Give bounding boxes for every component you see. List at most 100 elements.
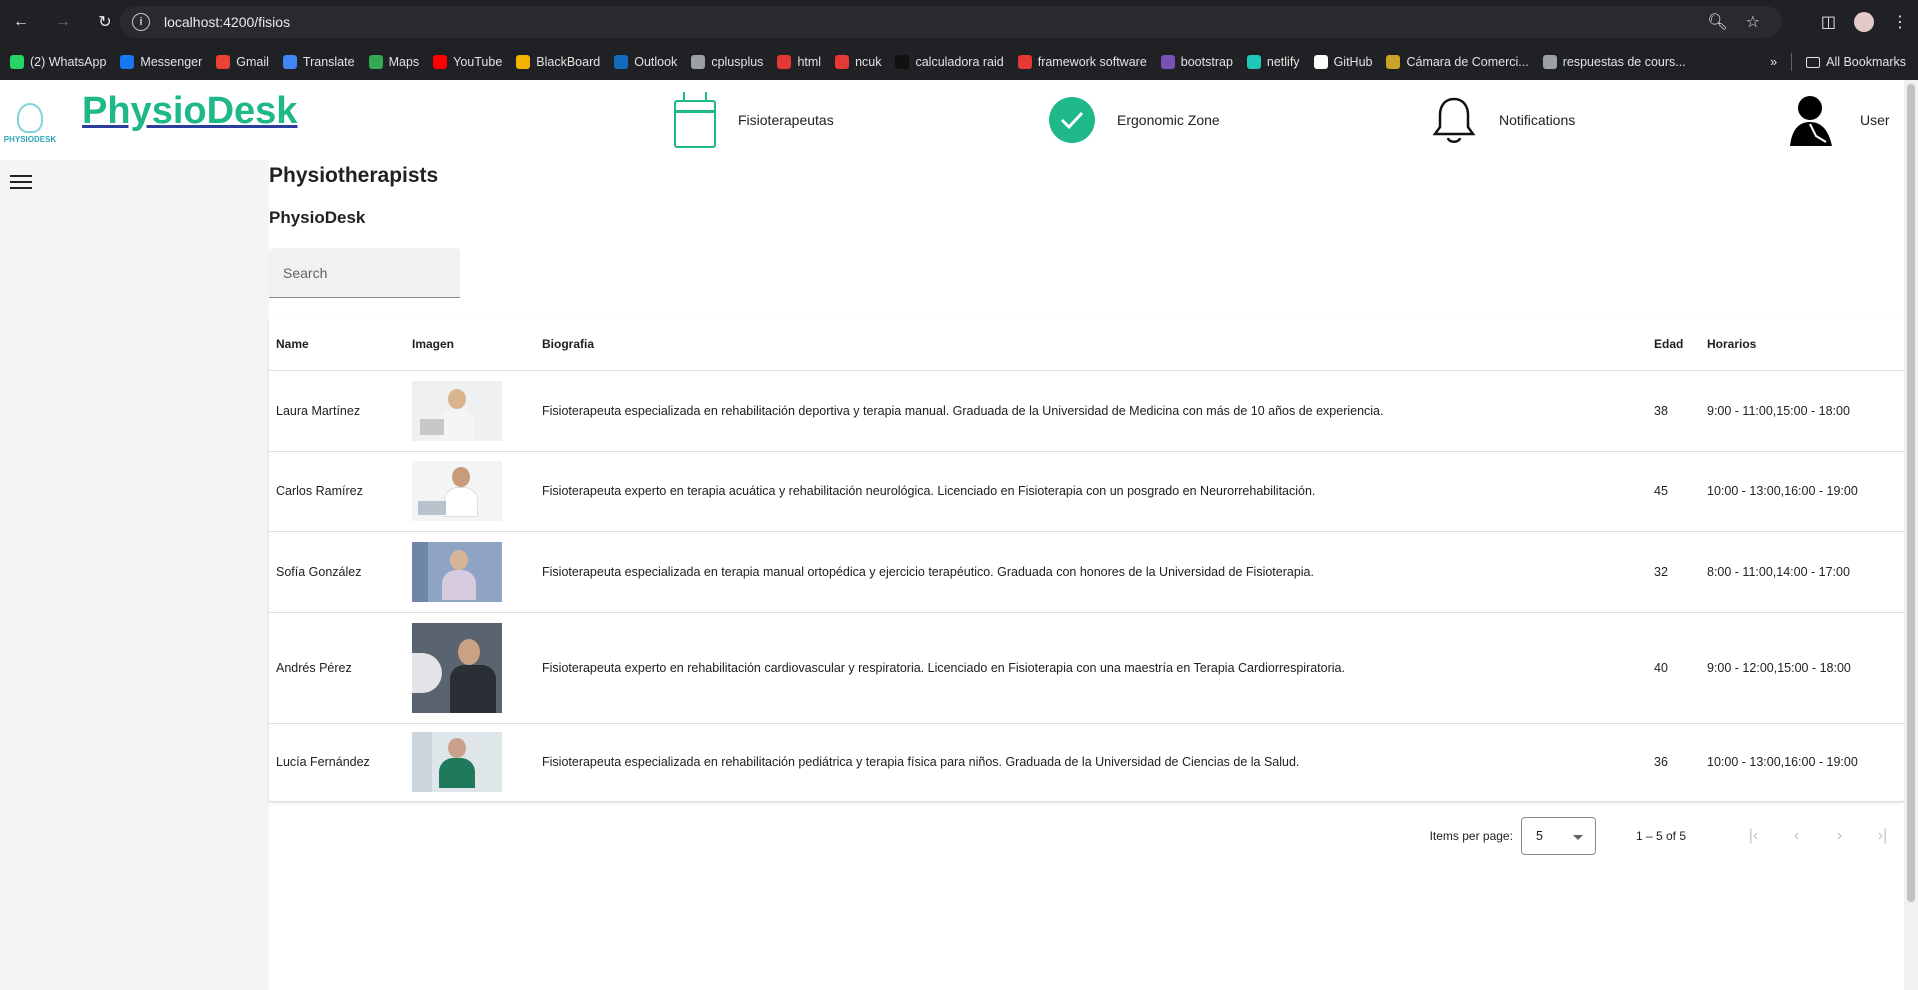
nav-notifications[interactable]: Notifications — [1431, 80, 1575, 160]
zoom-icon[interactable]: 🔍︎ — [1707, 12, 1727, 32]
col-header-imagen[interactable]: Imagen — [405, 318, 535, 371]
bookmark-item[interactable]: netlify — [1246, 55, 1300, 69]
all-bookmarks[interactable]: All Bookmarks — [1806, 55, 1906, 69]
cell-edad: 32 — [1647, 531, 1700, 613]
search-field[interactable] — [269, 248, 460, 298]
cell-horarios: 10:00 - 13:00,16:00 - 19:00 — [1700, 451, 1904, 532]
physiodesk-logo[interactable]: PHYSIODESK — [4, 90, 56, 144]
youtube-icon — [433, 55, 448, 69]
cell-horarios: 8:00 - 11:00,14:00 - 17:00 — [1700, 531, 1904, 613]
check-circle-icon — [1049, 97, 1095, 143]
previous-page-icon[interactable]: ‹ — [1775, 816, 1818, 856]
table-row[interactable]: Laura Martínez Fisioterapeuta especializ… — [269, 370, 1904, 452]
col-header-biografia[interactable]: Biografia — [535, 318, 1647, 371]
nav-ergonomic-zone[interactable]: Ergonomic Zone — [1049, 80, 1220, 160]
reload-icon[interactable]: ↻ — [92, 9, 118, 35]
cell-horarios: 9:00 - 11:00,15:00 - 18:00 — [1700, 370, 1904, 452]
netlify-icon — [1246, 55, 1261, 69]
cell-bio: Fisioterapeuta especializada en rehabili… — [535, 370, 1647, 452]
bookmark-item[interactable]: respuestas de cours... — [1542, 55, 1686, 69]
cell-horarios: 10:00 - 13:00,16:00 - 19:00 — [1700, 723, 1904, 802]
sidebar — [0, 160, 269, 990]
profile-avatar[interactable] — [1854, 12, 1874, 32]
more-menu-icon[interactable]: ⋮ — [1892, 12, 1908, 32]
browser-toolbar: ← → ↻ i localhost:4200/fisios 🔍︎ ☆ ◫ ⋮ — [0, 0, 1918, 44]
table-row[interactable]: Sofía González Fisioterapeuta especializ… — [269, 531, 1904, 613]
table-row[interactable]: Andrés Pérez Fisioterapeuta experto en r… — [269, 612, 1904, 724]
bookmarks-bar: (2) WhatsApp Messenger Gmail Translate Maps Y… — [0, 44, 1918, 80]
bookmark-item[interactable]: html — [777, 55, 821, 69]
items-per-page-label: Items per page: — [1429, 829, 1513, 843]
extensions-icon[interactable]: ◫ — [1821, 12, 1836, 32]
facebook-icon — [120, 55, 135, 69]
paginator: Items per page: 5 1 – 5 of 5 |‹ ‹ › ›| — [269, 808, 1904, 864]
page-size-select[interactable]: 5 — [1520, 817, 1596, 855]
more-bookmarks-icon[interactable]: » — [1770, 55, 1777, 69]
bookmark-item[interactable]: Maps — [368, 55, 419, 69]
bookmark-item[interactable]: Gmail — [216, 55, 269, 69]
page-scrollbar[interactable] — [1904, 80, 1918, 990]
bookmark-item[interactable]: BlackBoard — [516, 55, 600, 69]
cell-bio: Fisioterapeuta especializada en terapia … — [535, 531, 1647, 613]
physio-photo — [412, 732, 502, 792]
table-row[interactable]: Carlos Ramírez Fisioterapeuta experto en… — [269, 451, 1904, 532]
cell-edad: 38 — [1647, 370, 1700, 452]
bookmark-item[interactable]: Translate — [282, 55, 355, 69]
physio-photo — [412, 380, 502, 441]
physio-photo — [412, 622, 502, 713]
bookmark-item[interactable]: framework software — [1017, 55, 1147, 69]
last-page-icon[interactable]: ›| — [1861, 816, 1904, 856]
outlook-icon — [614, 55, 629, 69]
cell-horarios: 9:00 - 12:00,15:00 - 18:00 — [1700, 612, 1904, 724]
cell-name: Laura Martínez — [269, 370, 405, 452]
search-input[interactable] — [269, 248, 460, 297]
ncuk-icon — [835, 55, 850, 69]
table-row[interactable]: Lucía Fernández Fisioterapeuta especiali… — [269, 723, 1904, 802]
bookmark-item[interactable]: ncuk — [835, 55, 881, 69]
url-text[interactable]: localhost:4200/fisios — [164, 14, 290, 30]
bookmark-item[interactable]: cplusplus — [691, 55, 763, 69]
cell-edad: 40 — [1647, 612, 1700, 724]
brand-title[interactable]: PhysioDesk — [82, 90, 297, 133]
calendar-icon — [674, 92, 716, 148]
bookmark-item[interactable]: Messenger — [120, 55, 202, 69]
page-range: 1 – 5 of 5 — [1635, 829, 1686, 843]
physiotherapists-table: Name Imagen Biografia Edad Horarios Laur… — [269, 318, 1904, 802]
main-content: Physiotherapists PhysioDesk Name Imagen … — [269, 160, 1904, 990]
bookmark-item[interactable]: Outlook — [614, 55, 677, 69]
site-info-icon[interactable]: i — [132, 13, 150, 31]
cell-bio: Fisioterapeuta especializada en rehabili… — [535, 723, 1647, 802]
bookmark-item[interactable]: calculadora raid — [895, 55, 1004, 69]
cell-bio: Fisioterapeuta experto en rehabilitación… — [535, 612, 1647, 724]
col-header-horarios[interactable]: Horarios — [1700, 318, 1904, 371]
bookmark-item[interactable]: GitHub — [1313, 55, 1372, 69]
framework-icon — [1017, 55, 1032, 69]
bootstrap-icon — [1160, 55, 1175, 69]
bookmark-item[interactable]: bootstrap — [1160, 55, 1233, 69]
address-bar[interactable]: i localhost:4200/fisios 🔍︎ ☆ — [120, 6, 1782, 38]
menu-icon[interactable] — [10, 172, 32, 192]
first-page-icon[interactable]: |‹ — [1732, 816, 1775, 856]
maps-icon — [368, 55, 383, 69]
bookmark-star-icon[interactable]: ☆ — [1746, 12, 1760, 32]
cell-edad: 36 — [1647, 723, 1700, 802]
bookmark-item[interactable]: (2) WhatsApp — [10, 55, 106, 69]
scrollbar-thumb[interactable] — [1907, 84, 1915, 902]
raid-icon — [895, 55, 910, 69]
bookmark-item[interactable]: Cámara de Comerci... — [1386, 55, 1529, 69]
cell-edad: 45 — [1647, 451, 1700, 532]
cell-image — [405, 612, 535, 724]
nav-user[interactable]: User — [1786, 80, 1890, 160]
back-icon[interactable]: ← — [8, 9, 34, 35]
github-icon — [1313, 55, 1328, 69]
bookmark-item[interactable]: YouTube — [433, 55, 502, 69]
cell-image — [405, 370, 535, 452]
cell-name: Carlos Ramírez — [269, 451, 405, 532]
nav-fisioterapeutas[interactable]: Fisioterapeutas — [674, 80, 834, 160]
page-subtitle: PhysioDesk — [269, 208, 366, 227]
forward-icon[interactable]: → — [50, 9, 76, 35]
col-header-name[interactable]: Name — [269, 318, 405, 371]
next-page-icon[interactable]: › — [1818, 816, 1861, 856]
gmail-icon — [216, 55, 231, 69]
col-header-edad[interactable]: Edad — [1647, 318, 1700, 371]
